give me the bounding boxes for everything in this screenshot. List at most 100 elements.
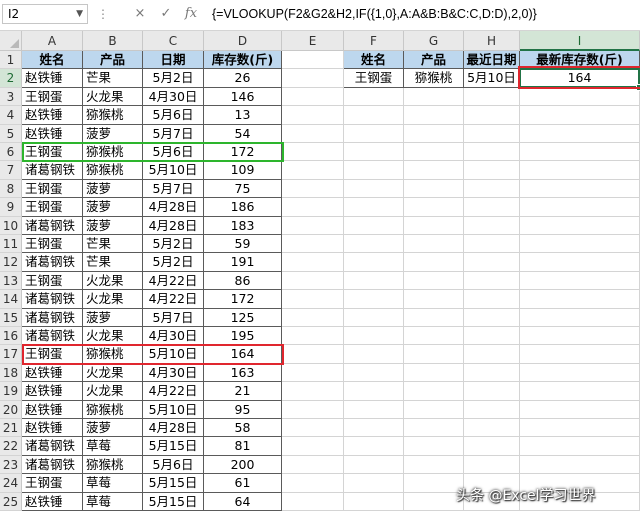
row-header-20[interactable]: 20 xyxy=(0,400,22,419)
grid-cell[interactable] xyxy=(520,382,640,401)
grid-cell[interactable] xyxy=(282,363,344,383)
grid-cell[interactable] xyxy=(520,400,640,419)
source-header-cell[interactable]: 库存数(斤) xyxy=(204,51,282,70)
grid-cell[interactable] xyxy=(404,400,464,419)
row-header-3[interactable]: 3 xyxy=(0,87,22,107)
source-data-cell[interactable]: 菠萝 xyxy=(83,179,143,199)
grid-cell[interactable] xyxy=(404,437,464,456)
source-data-cell[interactable]: 5月6日 xyxy=(143,455,204,475)
grid-cell[interactable] xyxy=(464,455,520,475)
lookup-header-cell[interactable]: 产品 xyxy=(404,51,464,70)
grid-cell[interactable] xyxy=(282,400,344,419)
grid-cell[interactable] xyxy=(520,106,640,125)
source-data-cell[interactable]: 王钢蛋 xyxy=(22,179,83,199)
source-data-cell[interactable]: 草莓 xyxy=(83,437,143,456)
source-data-cell[interactable]: 菠萝 xyxy=(83,419,143,438)
grid-cell[interactable] xyxy=(282,216,344,235)
source-data-cell[interactable]: 54 xyxy=(204,124,282,143)
row-header-12[interactable]: 12 xyxy=(0,253,22,272)
grid-cell[interactable] xyxy=(282,106,344,125)
row-header-2[interactable]: 2 xyxy=(0,69,22,88)
lookup-header-cell[interactable]: 姓名 xyxy=(344,51,404,70)
grid-cell[interactable] xyxy=(520,216,640,235)
source-data-cell[interactable]: 王钢蛋 xyxy=(22,235,83,254)
lookup-data-cell[interactable]: 猕猴桃 xyxy=(404,69,464,88)
grid-cell[interactable] xyxy=(464,106,520,125)
grid-cell[interactable] xyxy=(520,437,640,456)
grid-cell[interactable] xyxy=(282,492,344,511)
grid-cell[interactable] xyxy=(282,271,344,291)
grid-cell[interactable] xyxy=(344,400,404,419)
source-data-cell[interactable]: 5月7日 xyxy=(143,179,204,199)
source-data-cell[interactable]: 5月2日 xyxy=(143,253,204,272)
grid-cell[interactable] xyxy=(282,474,344,493)
source-data-cell[interactable]: 王钢蛋 xyxy=(22,345,83,364)
grid-cell[interactable] xyxy=(520,161,640,180)
source-data-cell[interactable]: 109 xyxy=(204,161,282,180)
grid-cell[interactable] xyxy=(520,327,640,346)
column-header-i[interactable]: I xyxy=(520,31,640,51)
grid-cell[interactable] xyxy=(520,290,640,309)
source-data-cell[interactable]: 火龙果 xyxy=(83,290,143,309)
grid-cell[interactable] xyxy=(464,216,520,235)
grid-cell[interactable] xyxy=(344,179,404,199)
grid-cell[interactable] xyxy=(520,455,640,475)
source-data-cell[interactable]: 146 xyxy=(204,87,282,107)
row-header-21[interactable]: 21 xyxy=(0,419,22,438)
grid-cell[interactable] xyxy=(344,124,404,143)
source-data-cell[interactable]: 172 xyxy=(204,290,282,309)
source-data-cell[interactable]: 芒果 xyxy=(83,253,143,272)
grid-cell[interactable] xyxy=(404,179,464,199)
source-data-cell[interactable]: 诸葛钢铁 xyxy=(22,437,83,456)
grid-cell[interactable] xyxy=(520,308,640,327)
source-data-cell[interactable]: 诸葛钢铁 xyxy=(22,253,83,272)
grid-cell[interactable] xyxy=(520,143,640,162)
grid-cell[interactable] xyxy=(282,179,344,199)
row-header-8[interactable]: 8 xyxy=(0,179,22,199)
source-data-cell[interactable]: 赵铁锤 xyxy=(22,69,83,88)
grid-cell[interactable] xyxy=(520,179,640,199)
source-data-cell[interactable]: 81 xyxy=(204,437,282,456)
source-data-cell[interactable]: 5月15日 xyxy=(143,437,204,456)
source-data-cell[interactable]: 13 xyxy=(204,106,282,125)
drag-handle-icon[interactable]: ⋮ xyxy=(97,7,109,21)
source-data-cell[interactable]: 诸葛钢铁 xyxy=(22,161,83,180)
grid-cell[interactable] xyxy=(404,161,464,180)
row-header-5[interactable]: 5 xyxy=(0,124,22,143)
grid-cell[interactable] xyxy=(520,363,640,383)
grid-cell[interactable] xyxy=(282,437,344,456)
grid-cell[interactable] xyxy=(282,143,344,162)
source-data-cell[interactable]: 5月2日 xyxy=(143,69,204,88)
source-data-cell[interactable]: 172 xyxy=(204,143,282,162)
grid-cell[interactable] xyxy=(282,51,344,70)
grid-cell[interactable] xyxy=(464,382,520,401)
grid-cell[interactable] xyxy=(464,87,520,107)
grid-cell[interactable] xyxy=(520,198,640,217)
source-data-cell[interactable]: 猕猴桃 xyxy=(83,455,143,475)
source-data-cell[interactable]: 赵铁锤 xyxy=(22,382,83,401)
lookup-data-cell[interactable]: 5月10日 xyxy=(464,69,520,88)
source-data-cell[interactable]: 5月7日 xyxy=(143,124,204,143)
chevron-down-icon[interactable]: ▼ xyxy=(76,5,83,23)
grid-cell[interactable] xyxy=(344,345,404,364)
row-header-24[interactable]: 24 xyxy=(0,474,22,493)
grid-cell[interactable] xyxy=(344,106,404,125)
source-data-cell[interactable]: 59 xyxy=(204,235,282,254)
row-header-17[interactable]: 17 xyxy=(0,345,22,364)
grid-cell[interactable] xyxy=(344,198,404,217)
grid-cell[interactable] xyxy=(404,235,464,254)
grid-cell[interactable] xyxy=(344,216,404,235)
grid-cell[interactable] xyxy=(520,419,640,438)
grid-cell[interactable] xyxy=(404,474,464,493)
column-header-f[interactable]: F xyxy=(344,31,404,51)
source-data-cell[interactable]: 诸葛钢铁 xyxy=(22,455,83,475)
source-header-cell[interactable]: 产品 xyxy=(83,51,143,70)
column-header-h[interactable]: H xyxy=(464,31,520,51)
source-data-cell[interactable]: 183 xyxy=(204,216,282,235)
row-header-13[interactable]: 13 xyxy=(0,271,22,291)
source-data-cell[interactable]: 王钢蛋 xyxy=(22,198,83,217)
row-header-9[interactable]: 9 xyxy=(0,198,22,217)
grid-cell[interactable] xyxy=(344,87,404,107)
grid-cell[interactable] xyxy=(344,253,404,272)
source-data-cell[interactable]: 赵铁锤 xyxy=(22,124,83,143)
